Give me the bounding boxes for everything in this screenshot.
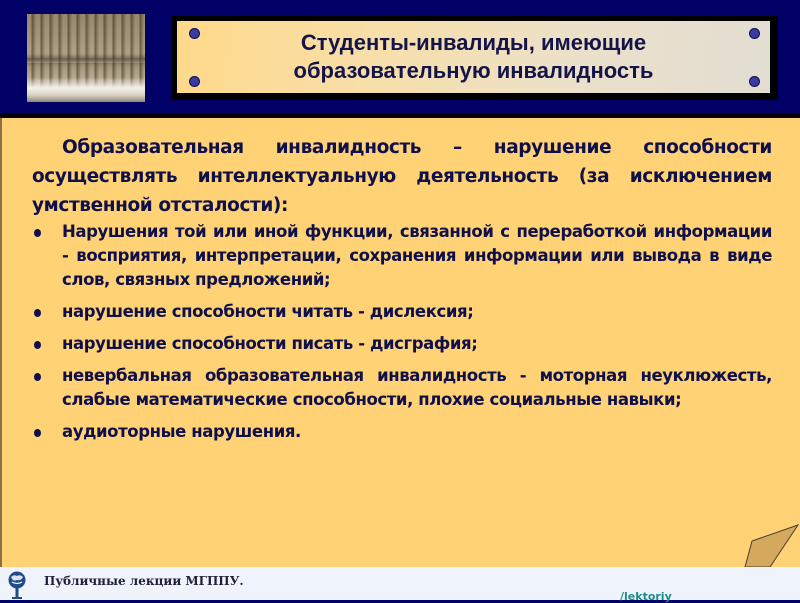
bullet-text: Нарушения той или иной функции, связанно… — [62, 222, 772, 289]
bullet-item: аудиоторные нарушения. — [32, 420, 772, 444]
slide-title-line-2: образовательную инвалидность — [293, 58, 654, 83]
bullet-item: нарушение способности читать - дислексия… — [32, 300, 772, 324]
bullet-text: нарушение способности писать - дисграфия… — [62, 334, 478, 353]
footer-link[interactable]: /lektoriy — [620, 590, 672, 603]
globe-microphone-logo-icon — [8, 571, 26, 599]
rivet-icon — [749, 28, 760, 39]
slide-title-line-1: Студенты-инвалиды, имеющие — [300, 30, 647, 55]
bullet-icon — [34, 373, 41, 381]
title-plaque: Студенты-инвалиды, имеющие образовательн… — [172, 16, 778, 100]
page-curl-icon — [744, 524, 800, 567]
title-plaque-inner: Студенты-инвалиды, имеющие образовательн… — [177, 21, 770, 93]
slide-content: Образовательная инвалидность – нарушение… — [0, 118, 800, 567]
intro-paragraph: Образовательная инвалидность – нарушение… — [32, 137, 772, 216]
bullet-icon — [34, 229, 41, 237]
rivet-icon — [189, 28, 200, 39]
bullet-item: Нарушения той или иной функции, связанно… — [32, 220, 772, 292]
bullet-text: невербальная образовательная инвалидност… — [62, 366, 772, 409]
book-pages-photo — [27, 14, 145, 102]
bullet-icon — [34, 309, 41, 317]
bullet-icon — [34, 429, 41, 437]
rivet-icon — [189, 76, 200, 87]
bullet-text: аудиоторные нарушения. — [62, 422, 301, 441]
bullet-list: Нарушения той или иной функции, связанно… — [32, 220, 772, 452]
bullet-text: нарушение способности читать - дислексия… — [62, 302, 474, 321]
slide-header: Студенты-инвалиды, имеющие образовательн… — [0, 0, 800, 113]
bullet-item: невербальная образовательная инвалидност… — [32, 364, 772, 412]
footer: Публичные лекции МГППУ. /lektoriy — [0, 567, 800, 603]
footer-title: Публичные лекции МГППУ. — [44, 574, 244, 588]
bullet-icon — [34, 341, 41, 349]
bullet-item: нарушение способности писать - дисграфия… — [32, 332, 772, 356]
rivet-icon — [749, 76, 760, 87]
